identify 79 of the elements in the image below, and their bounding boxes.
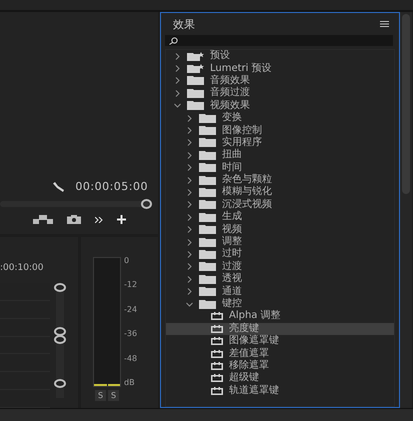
menu-icon[interactable] [380, 21, 389, 27]
folder-icon [199, 212, 216, 222]
folder-icon [199, 262, 216, 272]
tree-item[interactable]: 调整 [166, 236, 394, 248]
tree-item[interactable]: 差值遮罩 [166, 347, 394, 360]
preset-folder-icon [187, 52, 204, 61]
panel-title: 效果 [173, 16, 195, 32]
tree-item[interactable]: 视频效果 [166, 100, 394, 112]
effect-icon [211, 362, 223, 370]
tree-item[interactable]: 生成 [166, 211, 394, 224]
solo-button[interactable]: S [108, 390, 119, 401]
folder-icon [199, 274, 216, 284]
tree-item[interactable]: Lumetri 预设 [166, 62, 394, 75]
folder-icon [199, 250, 216, 259]
folder-icon [199, 176, 216, 185]
export-frame-icon[interactable] [33, 215, 53, 224]
meter-scale-label: -36 [124, 330, 138, 338]
tree-item[interactable]: 图像控制 [166, 124, 394, 137]
effect-icon [211, 324, 223, 333]
tree-item[interactable]: 变换 [166, 112, 394, 124]
meter-scale-label: dB [124, 378, 136, 387]
chevron-down-icon[interactable] [186, 300, 193, 308]
tree-item[interactable]: 杂色与颗粒 [166, 174, 394, 186]
folder-icon [187, 88, 204, 98]
tree-item[interactable]: 超级键 [166, 372, 394, 385]
effect-icon [211, 337, 223, 346]
folder-icon [199, 287, 216, 296]
tree-item[interactable]: 音频效果 [166, 74, 394, 88]
zoom-scrollbar[interactable] [56, 283, 64, 398]
tree-item[interactable]: 扭曲 [166, 149, 394, 162]
tree-item[interactable]: 视频 [166, 223, 394, 236]
preset-folder-icon [187, 64, 204, 74]
timecode: :00:10:00 [0, 263, 44, 273]
tree-item[interactable]: 过渡 [166, 260, 394, 274]
camera-icon[interactable] [67, 215, 81, 224]
tree-item[interactable]: 过时 [166, 248, 394, 261]
solo-button[interactable]: S [95, 390, 106, 401]
more-icon[interactable] [95, 216, 103, 222]
effect-icon [211, 350, 223, 358]
search-icon [169, 36, 178, 44]
folder-icon [187, 76, 204, 86]
chevron-down-icon[interactable] [174, 102, 181, 110]
add-icon[interactable] [117, 215, 126, 224]
folder-icon [199, 114, 216, 123]
tree-item[interactable]: 键控 [166, 298, 394, 310]
folder-icon [199, 138, 216, 148]
effect-icon [211, 386, 223, 395]
timecode: 00:00:05:00 [75, 180, 148, 193]
tree-item[interactable]: 图像遮罩键 [166, 334, 394, 348]
tree-item[interactable]: 实用程序 [166, 136, 394, 150]
folder-icon [199, 225, 216, 234]
folder-icon [199, 300, 216, 308]
folder-icon [199, 238, 216, 247]
tree-item[interactable]: 透视 [166, 273, 394, 286]
tree-item[interactable]: 时间 [166, 162, 394, 174]
meter-scale-label: -24 [124, 306, 138, 314]
tree-item[interactable]: 通道 [166, 285, 394, 298]
effect-icon [211, 374, 223, 382]
tree-item[interactable]: 亮度键 [166, 322, 394, 335]
folder-icon [199, 200, 216, 210]
folder-icon [187, 101, 204, 110]
tree-item[interactable]: Alpha 调整 [166, 310, 394, 323]
effect-icon [211, 312, 223, 320]
meter-scale-label: -12 [124, 281, 138, 290]
tree-item[interactable]: 沉浸式视频 [166, 198, 394, 212]
tree-item[interactable]: 模糊与锐化 [166, 186, 394, 199]
folder-icon [199, 163, 216, 172]
tree-item[interactable]: 移除遮罩 [166, 360, 394, 372]
tree-item[interactable]: 轨道遮罩键 [166, 384, 394, 397]
playhead-handle[interactable] [141, 199, 152, 209]
tree-item[interactable]: 音频过渡 [166, 87, 394, 100]
wrench-icon[interactable] [53, 182, 66, 192]
search-field[interactable] [165, 35, 393, 46]
folder-icon [199, 150, 216, 160]
folder-icon [199, 188, 216, 197]
folder-icon [199, 126, 216, 136]
meter-scale-label: -48 [124, 354, 138, 363]
tree-item[interactable]: 预设 [166, 50, 394, 62]
meter-scale-label: 0 [124, 257, 130, 265]
